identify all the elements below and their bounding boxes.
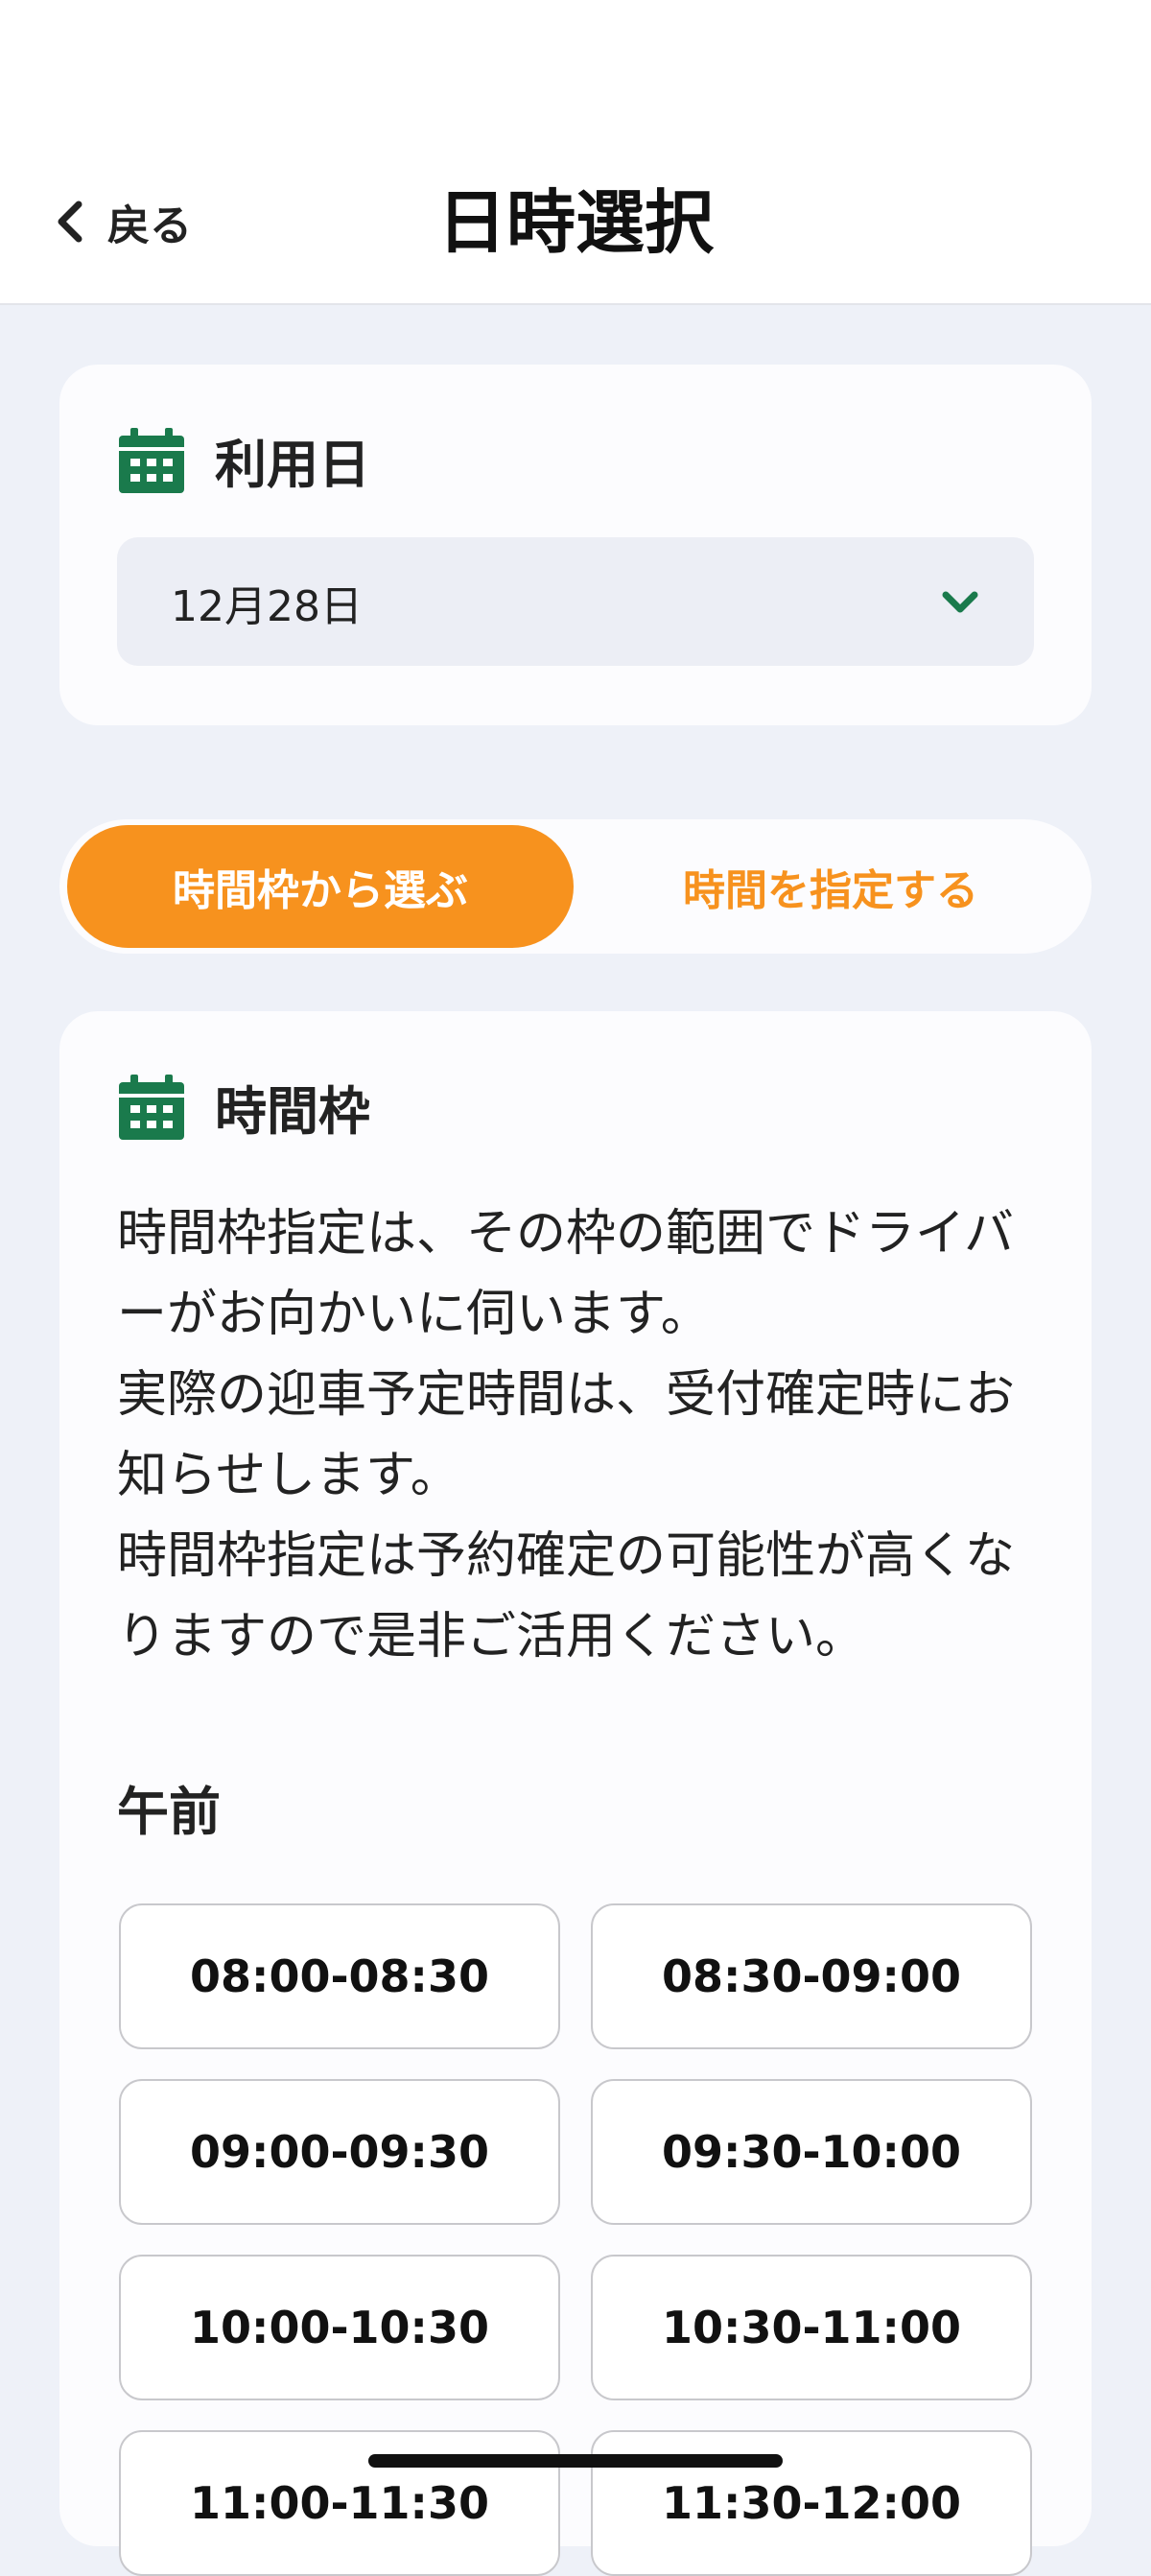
- calendar-icon: [119, 427, 184, 493]
- time-slot-notice: 時間枠指定は、その枠の範囲でドライバーがお向かいに伺います。 実際の迎車予定時間…: [117, 1193, 1038, 1677]
- home-indicator[interactable]: [368, 2454, 783, 2468]
- time-slot-button[interactable]: 10:30-11:00: [591, 2255, 1032, 2400]
- tab-choose-time-slot[interactable]: 時間枠から選ぶ: [67, 825, 574, 948]
- time-slot-button[interactable]: 11:00-11:30: [119, 2430, 560, 2576]
- usage-date-label: 利用日: [215, 435, 370, 495]
- date-card: 利用日 12月28日: [59, 365, 1092, 725]
- time-slot-label: 時間枠: [215, 1081, 370, 1142]
- calendar-icon: [119, 1074, 184, 1140]
- chevron-down-icon: [942, 591, 978, 613]
- page-title: 日時選択: [436, 182, 714, 263]
- selection-mode-toggle: 時間枠から選ぶ 時間を指定する: [59, 819, 1092, 954]
- notice-line: 時間枠指定は、その枠の範囲でドライバーがお向かいに伺います。: [117, 1205, 1014, 1343]
- app-header: 戻る 日時選択: [0, 0, 1151, 305]
- date-card-header: 利用日: [117, 422, 370, 498]
- time-slot-card: 時間枠 時間枠指定は、その枠の範囲でドライバーがお向かいに伺います。 実際の迎車…: [59, 1011, 1092, 2576]
- time-slot-button[interactable]: 09:00-09:30: [119, 2079, 560, 2225]
- time-slot-button[interactable]: 11:30-12:00: [591, 2430, 1032, 2576]
- time-slot-button[interactable]: 09:30-10:00: [591, 2079, 1032, 2225]
- morning-section-label: 午前: [117, 1782, 221, 1842]
- selected-date-value: 12月28日: [171, 582, 363, 631]
- time-slot-button[interactable]: 08:00-08:30: [119, 1903, 560, 2049]
- time-slot-button[interactable]: 10:00-10:30: [119, 2255, 560, 2400]
- time-slot-card-header: 時間枠: [117, 1069, 370, 1145]
- notice-line: 時間枠指定は予約確定の可能性が高くなりますので是非ご活用ください。: [117, 1527, 1016, 1666]
- notice-line: 実際の迎車予定時間は、受付確定時にお知らせします。: [117, 1366, 1016, 1504]
- date-select[interactable]: 12月28日: [117, 537, 1034, 666]
- tab-specify-time[interactable]: 時間を指定する: [577, 825, 1084, 948]
- time-slot-button[interactable]: 08:30-09:00: [591, 1903, 1032, 2049]
